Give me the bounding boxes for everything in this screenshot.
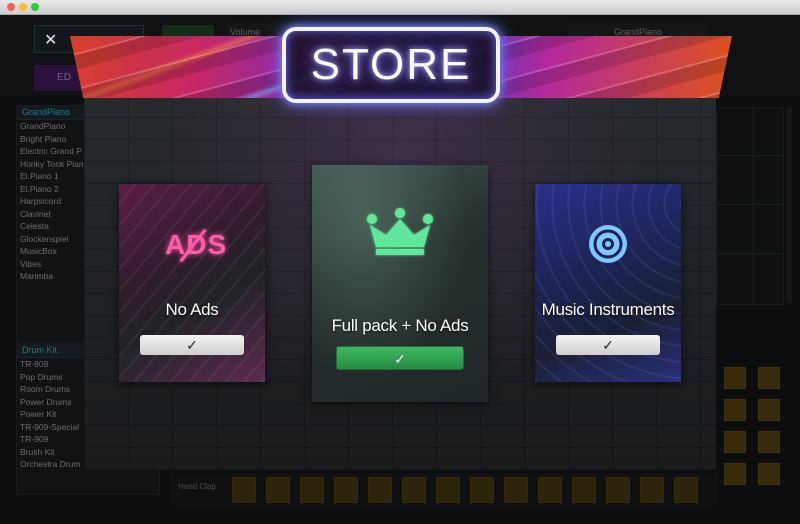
window-titlebar [0, 0, 800, 15]
close-window-button[interactable] [7, 3, 15, 11]
buy-music-instruments-button[interactable]: ✓ [556, 335, 660, 355]
disc-icon [589, 225, 627, 263]
music-instruments-title: Music Instruments [541, 300, 675, 319]
no-ads-card[interactable]: ADS No Ads ✓ [119, 184, 265, 382]
zoom-window-button[interactable] [31, 3, 39, 11]
no-ads-title: No Ads [165, 300, 219, 319]
music-instruments-card[interactable]: Music Instruments ✓ [535, 184, 681, 382]
full-pack-card[interactable]: Full pack + No Ads ✓ [312, 165, 488, 402]
buy-no-ads-button[interactable]: ✓ [140, 335, 244, 355]
crown-icon [367, 208, 433, 255]
full-pack-title: Full pack + No Ads [331, 316, 469, 335]
close-icon[interactable]: ✕ [44, 33, 57, 49]
no-ads-icon: ADS [165, 228, 226, 263]
buy-full-pack-button[interactable]: ✓ [336, 346, 464, 370]
store-title: STORE [282, 27, 500, 103]
minimize-window-button[interactable] [19, 3, 27, 11]
